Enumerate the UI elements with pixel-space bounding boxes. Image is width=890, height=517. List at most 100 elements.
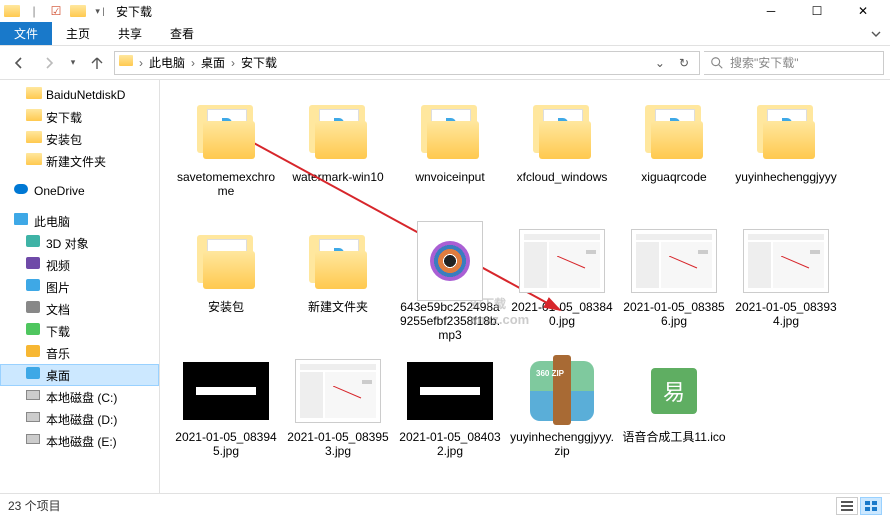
file-thumbnail	[181, 94, 271, 168]
folder-icon	[26, 153, 42, 169]
qat-dropdown-icon[interactable]: ▾ |	[92, 3, 108, 19]
file-label: yuyinhechenggjyyy	[735, 170, 836, 184]
tree-label: 本地磁盘 (E:)	[46, 433, 117, 450]
tree-node[interactable]: 安下载	[0, 106, 159, 128]
folder-icon	[26, 131, 42, 147]
tree-node[interactable]: 视频	[0, 254, 159, 276]
disk-icon	[26, 411, 42, 427]
file-item[interactable]: watermark-win10	[282, 90, 394, 220]
ribbon-expand-icon[interactable]	[862, 22, 890, 45]
file-thumbnail	[405, 354, 495, 428]
breadcrumb-desktop[interactable]: 桌面	[197, 54, 229, 71]
breadcrumb-this-pc[interactable]: 此电脑	[145, 54, 189, 71]
tree-node[interactable]: 音乐	[0, 342, 159, 364]
tab-share[interactable]: 共享	[104, 22, 156, 45]
file-label: wnvoiceinput	[415, 170, 484, 184]
file-item[interactable]: 360 ZIPyuyinhechenggjyyy.zip	[506, 350, 618, 480]
tree-node[interactable]: 此电脑	[0, 210, 159, 232]
chevron-right-icon[interactable]: ›	[229, 56, 237, 70]
pictures-icon	[26, 279, 42, 295]
tree-node[interactable]: 安装包	[0, 128, 159, 150]
file-thumbnail	[181, 224, 271, 298]
file-label: 语音合成工具11.ico	[622, 430, 725, 444]
tree-node[interactable]: 桌面	[0, 364, 159, 386]
navigation-bar: ▾ › 此电脑 › 桌面 › 安下载 ⌄ ↻ 搜索"安下载"	[0, 46, 890, 80]
file-item[interactable]: savetomemexchrome	[170, 90, 282, 220]
tree-node[interactable]: BaiduNetdiskD	[0, 84, 159, 106]
tree-label: BaiduNetdiskD	[46, 88, 125, 102]
back-button[interactable]	[6, 50, 32, 76]
file-label: 2021-01-05_084032.jpg	[398, 430, 502, 458]
tree-node[interactable]: 下载	[0, 320, 159, 342]
tree-node[interactable]: 本地磁盘 (E:)	[0, 430, 159, 452]
file-label: 新建文件夹	[308, 300, 368, 314]
file-item[interactable]: xfcloud_windows	[506, 90, 618, 220]
file-item[interactable]: 易语音合成工具11.ico	[618, 350, 730, 480]
file-item[interactable]: 安装包	[170, 220, 282, 350]
breadcrumb-current[interactable]: 安下载	[237, 54, 281, 71]
window-title: 安下载	[116, 3, 152, 20]
chevron-right-icon[interactable]: ›	[189, 56, 197, 70]
tree-node[interactable]: 文档	[0, 298, 159, 320]
details-view-button[interactable]	[836, 497, 858, 515]
ribbon: 文件 主页 共享 查看	[0, 22, 890, 46]
checkbox-icon[interactable]: ☑	[48, 3, 64, 19]
tree-label: OneDrive	[34, 184, 85, 198]
folder-icon	[26, 87, 42, 103]
navigation-tree[interactable]: BaiduNetdiskD 安下载安装包新建文件夹 OneDrive 此电脑3D 对象…	[0, 80, 160, 493]
maximize-button[interactable]: ☐	[794, 0, 840, 22]
up-button[interactable]	[84, 50, 110, 76]
file-thumbnail	[517, 94, 607, 168]
tab-home[interactable]: 主页	[52, 22, 104, 45]
refresh-button[interactable]: ↻	[673, 56, 695, 70]
qat-separator: |	[26, 3, 42, 19]
tree-node[interactable]: 本地磁盘 (D:)	[0, 408, 159, 430]
forward-button[interactable]	[36, 50, 62, 76]
minimize-button[interactable]: ─	[748, 0, 794, 22]
file-item[interactable]: 2021-01-05_084032.jpg	[394, 350, 506, 480]
file-item[interactable]: wnvoiceinput	[394, 90, 506, 220]
file-item[interactable]: 新建文件夹	[282, 220, 394, 350]
file-content-area[interactable]: 安下载 anxz.com savetomemexchromewatermark-…	[160, 80, 890, 493]
address-bar[interactable]: › 此电脑 › 桌面 › 安下载 ⌄ ↻	[114, 51, 700, 75]
search-input[interactable]: 搜索"安下载"	[704, 51, 884, 75]
folder-icon	[119, 55, 135, 71]
file-item[interactable]: 2021-01-05_083856.jpg	[618, 220, 730, 350]
tree-node[interactable]: OneDrive	[0, 180, 159, 202]
desktop-icon	[26, 367, 42, 383]
file-item[interactable]: xiguaqrcode	[618, 90, 730, 220]
file-thumbnail	[405, 224, 495, 298]
search-icon	[710, 56, 724, 70]
file-item[interactable]: 2021-01-05_083934.jpg	[730, 220, 842, 350]
tree-node[interactable]: 3D 对象	[0, 232, 159, 254]
file-item[interactable]: 643e59bc252498a9255efbf2358f18b.mp3	[394, 220, 506, 350]
address-dropdown-icon[interactable]: ⌄	[649, 56, 671, 70]
file-label: 2021-01-05_083953.jpg	[286, 430, 390, 458]
file-tab[interactable]: 文件	[0, 22, 52, 45]
tree-label: 本地磁盘 (D:)	[46, 411, 117, 428]
recent-dropdown-icon[interactable]: ▾	[66, 50, 80, 76]
file-label: xiguaqrcode	[641, 170, 706, 184]
file-item[interactable]: 2021-01-05_083945.jpg	[170, 350, 282, 480]
file-label: 2021-01-05_083934.jpg	[734, 300, 838, 328]
tree-label: 安下载	[46, 109, 82, 126]
tree-label: 本地磁盘 (C:)	[46, 389, 117, 406]
file-thumbnail	[293, 94, 383, 168]
tree-label: 安装包	[46, 131, 82, 148]
file-thumbnail	[405, 94, 495, 168]
file-item[interactable]: 2021-01-05_083840.jpg	[506, 220, 618, 350]
music-icon	[26, 345, 42, 361]
file-thumbnail: 360 ZIP	[517, 354, 607, 428]
file-thumbnail	[629, 94, 719, 168]
tab-view[interactable]: 查看	[156, 22, 208, 45]
close-button[interactable]: ✕	[840, 0, 886, 22]
tree-node[interactable]: 本地磁盘 (C:)	[0, 386, 159, 408]
icons-view-button[interactable]	[860, 497, 882, 515]
tree-node[interactable]: 图片	[0, 276, 159, 298]
file-item[interactable]: 2021-01-05_083953.jpg	[282, 350, 394, 480]
file-item[interactable]: yuyinhechenggjyyy	[730, 90, 842, 220]
title-bar: | ☑ ▾ | 安下载 ─ ☐ ✕	[0, 0, 890, 22]
file-thumbnail	[293, 354, 383, 428]
tree-node[interactable]: 新建文件夹	[0, 150, 159, 172]
chevron-right-icon[interactable]: ›	[137, 56, 145, 70]
